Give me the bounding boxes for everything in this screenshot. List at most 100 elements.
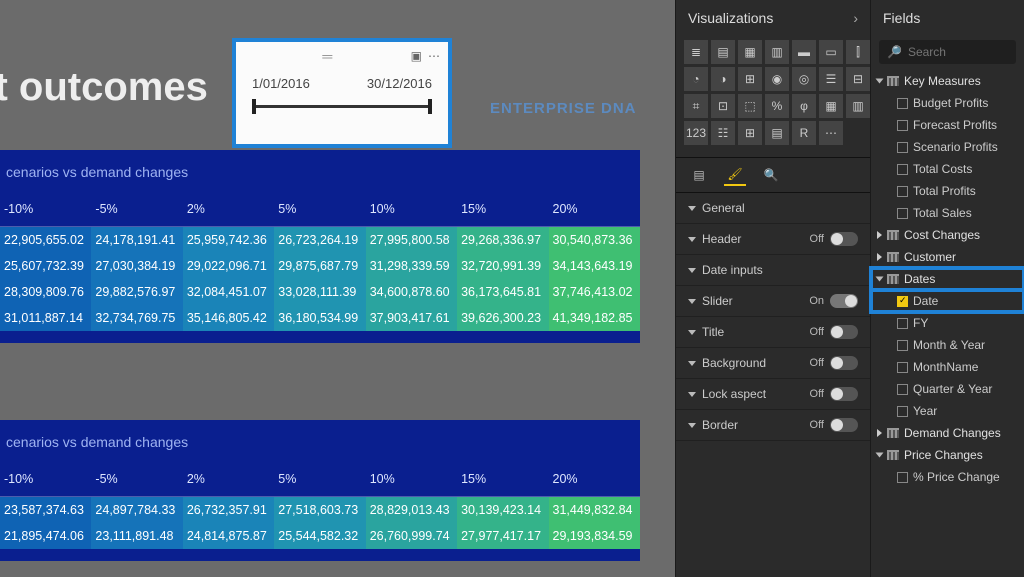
table-cell[interactable]: 22,905,655.02 <box>0 227 91 254</box>
table-cell[interactable]: 29,268,336.97 <box>457 227 548 254</box>
table-cell[interactable]: 27,030,384.19 <box>91 253 182 279</box>
matrix-visual-1[interactable]: cenarios vs demand changes -10%-5%2%5%10… <box>0 150 640 343</box>
table-cell[interactable]: 31,449,832.84 <box>549 497 640 524</box>
more-options-icon[interactable]: ⋯ <box>428 49 440 63</box>
format-prop-date-inputs[interactable]: Date inputs <box>676 255 870 286</box>
table-cell[interactable]: 34,143,643.19 <box>549 253 640 279</box>
viz-type-icon[interactable]: ◎ <box>792 67 816 91</box>
expand-icon[interactable] <box>877 253 882 261</box>
field-node-total-profits[interactable]: Total Profits <box>871 180 1024 202</box>
viz-type-icon[interactable]: ⊞ <box>738 121 762 145</box>
column-header[interactable]: -10% <box>0 466 91 497</box>
field-checkbox[interactable] <box>897 98 908 109</box>
viz-type-icon[interactable]: ▬ <box>792 40 816 64</box>
table-cell[interactable]: 27,518,603.73 <box>274 497 365 524</box>
table-cell[interactable]: 26,732,357.91 <box>183 497 274 524</box>
table-cell[interactable]: 23,587,374.63 <box>0 497 91 524</box>
viz-type-icon[interactable]: ⊡ <box>711 94 735 118</box>
field-node-monthname[interactable]: MonthName <box>871 356 1024 378</box>
field-node-fy[interactable]: FY <box>871 312 1024 334</box>
table-cell[interactable]: 32,734,769.75 <box>91 305 182 331</box>
field-checkbox[interactable] <box>897 362 908 373</box>
viz-type-icon[interactable]: ▤ <box>765 121 789 145</box>
viz-type-icon[interactable]: ⌗ <box>684 94 708 118</box>
table-cell[interactable]: 37,903,417.61 <box>366 305 457 331</box>
table-node-cost-changes[interactable]: Cost Changes <box>871 224 1024 246</box>
column-header[interactable]: 10% <box>366 196 457 227</box>
table-cell[interactable]: 29,875,687.79 <box>274 253 365 279</box>
table-cell[interactable]: 24,178,191.41 <box>91 227 182 254</box>
field-checkbox[interactable] <box>897 472 908 483</box>
table-cell[interactable]: 23,111,891.48 <box>91 523 182 549</box>
table-cell[interactable]: 31,298,339.59 <box>366 253 457 279</box>
table-cell[interactable]: 28,829,013.43 <box>366 497 457 524</box>
field-node-month-&-year[interactable]: Month & Year <box>871 334 1024 356</box>
date-from-value[interactable]: 1/01/2016 <box>252 76 310 91</box>
expand-icon[interactable] <box>877 429 882 437</box>
table-cell[interactable]: 32,720,991.39 <box>457 253 548 279</box>
analytics-tab-icon[interactable]: 🔍 <box>760 164 782 186</box>
table-cell[interactable]: 27,995,800.58 <box>366 227 457 254</box>
table-cell[interactable]: 29,882,576.97 <box>91 279 182 305</box>
viz-type-icon[interactable]: ☷ <box>711 121 735 145</box>
viz-type-icon[interactable]: ▥ <box>846 94 870 118</box>
field-checkbox[interactable] <box>897 164 908 175</box>
field-node-forecast-profits[interactable]: Forecast Profits <box>871 114 1024 136</box>
table-cell[interactable]: 26,723,264.19 <box>274 227 365 254</box>
table-cell[interactable]: 29,193,834.59 <box>549 523 640 549</box>
viz-type-icon[interactable]: ▦ <box>819 94 843 118</box>
column-header[interactable]: 20% <box>549 466 640 497</box>
viz-type-icon[interactable]: R <box>792 121 816 145</box>
fields-search[interactable]: 🔎 <box>879 40 1016 64</box>
field-checkbox[interactable] <box>897 120 908 131</box>
viz-type-icon[interactable]: ☰ <box>819 67 843 91</box>
column-header[interactable]: -10% <box>0 196 91 227</box>
search-input[interactable] <box>908 45 1008 59</box>
field-checkbox[interactable] <box>897 296 908 307</box>
viz-type-icon[interactable]: φ <box>792 94 816 118</box>
table-cell[interactable]: 24,897,784.33 <box>91 497 182 524</box>
field-node-total-sales[interactable]: Total Sales <box>871 202 1024 224</box>
expand-icon[interactable] <box>876 277 884 282</box>
table-cell[interactable]: 27,977,417.17 <box>457 523 548 549</box>
field-checkbox[interactable] <box>897 340 908 351</box>
field-node-date[interactable]: Date <box>871 290 1024 312</box>
table-cell[interactable]: 25,607,732.39 <box>0 253 91 279</box>
column-header[interactable]: 5% <box>274 196 365 227</box>
viz-type-icon[interactable]: ▭ <box>819 40 843 64</box>
column-header[interactable]: -5% <box>91 196 182 227</box>
table-cell[interactable]: 30,139,423.14 <box>457 497 548 524</box>
viz-type-icon[interactable]: ⬚ <box>738 94 762 118</box>
table-cell[interactable]: 33,028,111.39 <box>274 279 365 305</box>
viz-type-icon[interactable]: % <box>765 94 789 118</box>
date-to-value[interactable]: 30/12/2016 <box>367 76 432 91</box>
focus-mode-icon[interactable]: ▣ <box>411 49 422 63</box>
toggle-switch[interactable] <box>830 325 858 339</box>
toggle-switch[interactable] <box>830 418 858 432</box>
table-node-demand-changes[interactable]: Demand Changes <box>871 422 1024 444</box>
table-cell[interactable]: 34,600,878.60 <box>366 279 457 305</box>
table-node-price-changes[interactable]: Price Changes <box>871 444 1024 466</box>
table-cell[interactable]: 36,173,645.81 <box>457 279 548 305</box>
table-cell[interactable]: 39,626,300.23 <box>457 305 548 331</box>
table-cell[interactable]: 21,895,474.06 <box>0 523 91 549</box>
column-header[interactable]: 5% <box>274 466 365 497</box>
format-prop-general[interactable]: General <box>676 193 870 224</box>
table-cell[interactable]: 25,959,742.36 <box>183 227 274 254</box>
column-header[interactable]: 20% <box>549 196 640 227</box>
fields-tab-icon[interactable]: ▤ <box>688 164 710 186</box>
expand-icon[interactable] <box>876 79 884 84</box>
viz-type-icon[interactable]: ▥ <box>765 40 789 64</box>
table-cell[interactable]: 25,544,582.32 <box>274 523 365 549</box>
table-cell[interactable]: 37,746,413.02 <box>549 279 640 305</box>
viz-type-icon[interactable]: ◑ <box>711 67 735 91</box>
field-node-total-costs[interactable]: Total Costs <box>871 158 1024 180</box>
field-node-quarter-&-year[interactable]: Quarter & Year <box>871 378 1024 400</box>
viz-type-icon[interactable]: ⋯ <box>819 121 843 145</box>
column-header[interactable]: 10% <box>366 466 457 497</box>
table-cell[interactable]: 31,011,887.14 <box>0 305 91 331</box>
table-cell[interactable]: 41,349,182.85 <box>549 305 640 331</box>
format-prop-lock-aspect[interactable]: Lock aspectOff <box>676 379 870 410</box>
date-slider[interactable] <box>252 99 432 115</box>
format-tab-icon[interactable]: 🖌 <box>724 164 746 186</box>
